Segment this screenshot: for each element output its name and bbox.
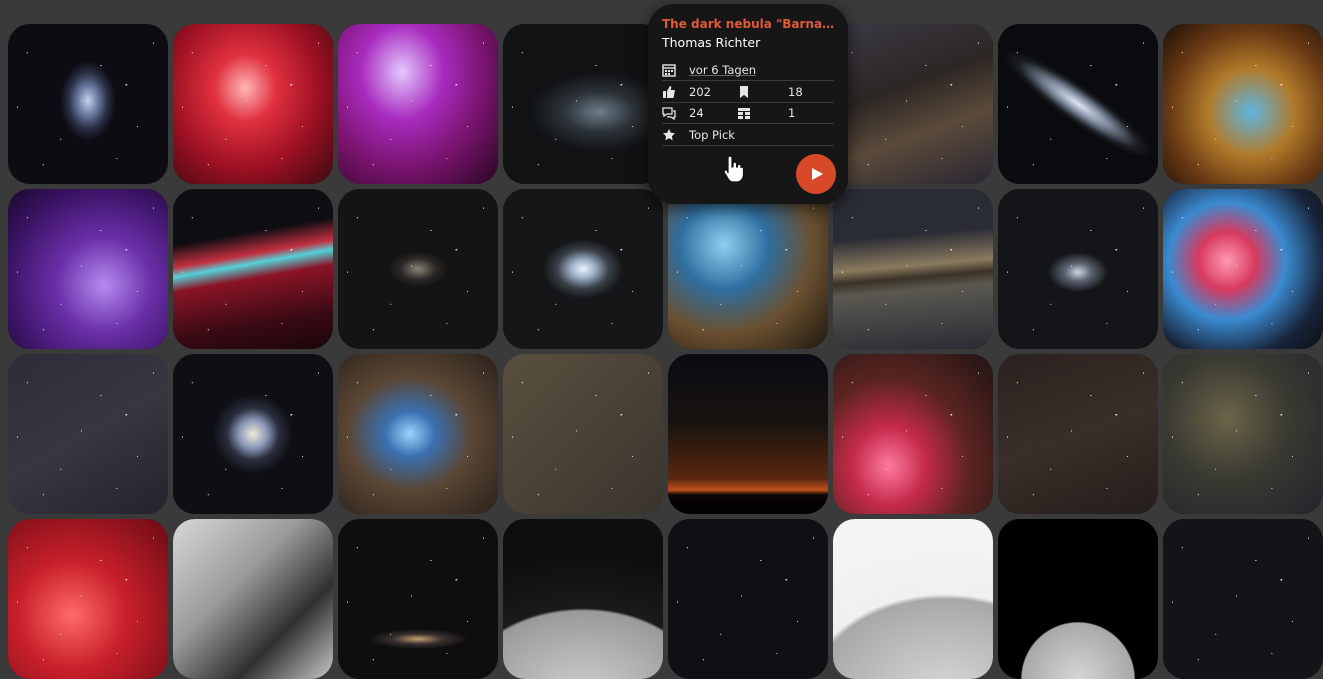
thumbnail-mono-nebula[interactable]: [173, 519, 333, 679]
thumbnail-reflection-nebula[interactable]: [338, 354, 498, 514]
stats-row-1: 202 18: [662, 82, 834, 102]
play-button[interactable]: [796, 154, 836, 194]
divider: [662, 80, 834, 81]
thumbnail-sun-limb[interactable]: [833, 519, 993, 679]
thumbnail-magenta-nebula[interactable]: [338, 24, 498, 184]
badge-row: Top Pick: [662, 125, 834, 145]
thumbnail-dwarf-galaxy[interactable]: [503, 24, 663, 184]
top-pick-badge: Top Pick: [689, 128, 735, 142]
thumbnail-veil-nebula[interactable]: [173, 189, 333, 349]
date-row: vor 6 Tagen: [662, 60, 834, 80]
thumbnail-full-moon[interactable]: [998, 519, 1158, 679]
thumbnail-red-nebula[interactable]: [173, 24, 333, 184]
thumbnail-purple-nebula[interactable]: [8, 189, 168, 349]
thumbnail-pinwheel-galaxy[interactable]: [173, 354, 333, 514]
hand-pointer-icon: [723, 155, 745, 183]
thumbnail-dark-streak-nebula[interactable]: [8, 354, 168, 514]
author-name[interactable]: Thomas Richter: [662, 35, 760, 50]
thumbnail-faint-galaxy[interactable]: [338, 189, 498, 349]
divider: [662, 123, 834, 124]
thumbnail-starfield[interactable]: [1163, 519, 1323, 679]
thumbnail-spiral-galaxy[interactable]: [8, 24, 168, 184]
divider: [662, 145, 834, 146]
thumbnail-milky-way-band[interactable]: [833, 189, 993, 349]
upload-date[interactable]: vor 6 Tagen: [689, 63, 756, 77]
bookmark-icon: [740, 86, 748, 98]
calendar-icon: [662, 64, 676, 77]
thumbs-up-icon: [663, 86, 675, 98]
stats-row-2: 24 1: [662, 103, 834, 123]
thumbnail-star-cluster[interactable]: [998, 354, 1158, 514]
collections-count: 1: [788, 106, 796, 120]
thumbnail-galaxy-starfield[interactable]: [998, 189, 1158, 349]
thumbnail-sun-surface[interactable]: [503, 519, 663, 679]
thumbnail-red-emission[interactable]: [8, 519, 168, 679]
thumbnail-lagoon-nebula[interactable]: [833, 354, 993, 514]
image-title[interactable]: The dark nebula "Barnard...: [662, 17, 838, 31]
thumbnail-bright-stars[interactable]: [668, 519, 828, 679]
thumbnail-edge-on-galaxy[interactable]: [998, 24, 1158, 184]
thumbnail-eagle-nebula[interactable]: [1163, 24, 1323, 184]
comments-icon: [662, 107, 676, 120]
thumbnail-dust-clouds[interactable]: [503, 354, 663, 514]
comments-count: 24: [689, 106, 704, 120]
star-icon: [663, 129, 675, 141]
play-icon: [812, 168, 823, 180]
image-preview-card[interactable]: The dark nebula "Barnard... Thomas Richt…: [648, 4, 848, 204]
thumbnail-milky-way-dust[interactable]: [833, 24, 993, 184]
thumbnail-galaxy-dark[interactable]: [338, 519, 498, 679]
thumbnail-trifid-nebula[interactable]: [1163, 189, 1323, 349]
bookmarks-count: 18: [788, 85, 803, 99]
thumbnail-blue-nebula[interactable]: [668, 189, 828, 349]
collection-icon: [738, 108, 750, 119]
likes-count: 202: [689, 85, 711, 99]
thumbnail-dark-cloud[interactable]: [1163, 354, 1323, 514]
thumbnail-elliptical-galaxy[interactable]: [503, 189, 663, 349]
thumbnail-night-landscape[interactable]: [668, 354, 828, 514]
